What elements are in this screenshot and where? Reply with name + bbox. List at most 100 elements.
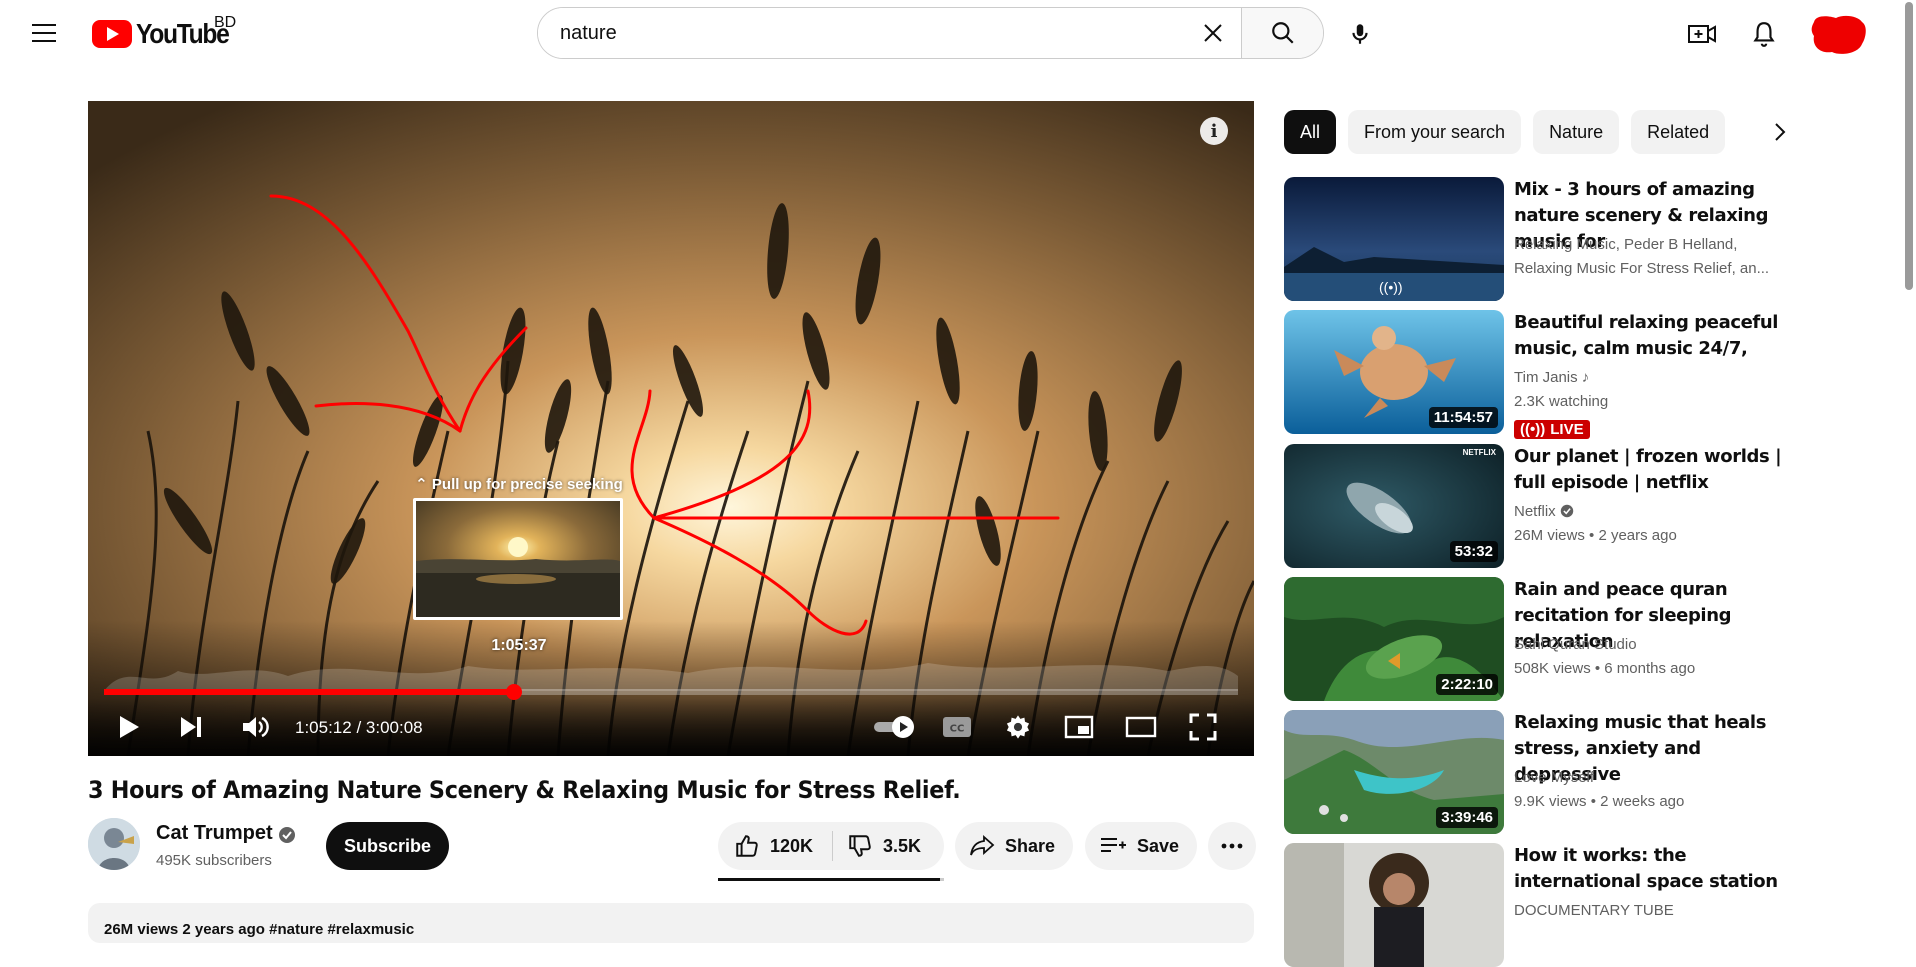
chip-nature[interactable]: Nature [1533, 110, 1620, 154]
chip-all[interactable]: All [1284, 110, 1337, 154]
rec-title: Beautiful relaxing peaceful music, calm … [1514, 312, 1779, 359]
clear-icon[interactable] [1185, 8, 1241, 58]
music-note-icon: ♪ [1581, 369, 1590, 386]
rec-meta: Relaxing Music For Stress Relief, an... [1514, 260, 1770, 277]
masthead: YouTube BD [0, 0, 1916, 68]
save-icon [1101, 838, 1126, 852]
fullscreen-icon[interactable] [1186, 710, 1220, 744]
search-bar [537, 7, 1324, 59]
create-icon[interactable] [1682, 14, 1722, 54]
player-controls: 1:05:12 / 3:00:08 CC [88, 698, 1254, 756]
like-ratio-bar [718, 878, 944, 881]
svg-text:CC: CC [950, 724, 965, 735]
next-icon[interactable] [174, 710, 208, 744]
rec-meta: 2.3K watching [1514, 393, 1609, 410]
account-avatar[interactable] [1810, 12, 1868, 56]
save-button[interactable]: Save [1085, 822, 1197, 870]
rec-meta: 26M views • 2 years ago [1514, 527, 1677, 544]
filter-chips: All From your search Nature Related [1284, 110, 1726, 154]
channel-name[interactable]: Cat Trumpet [156, 822, 273, 845]
menu-icon[interactable] [24, 18, 64, 48]
rec-channel: DOCUMENTARY TUBE [1514, 902, 1674, 919]
progress-bar[interactable] [104, 684, 1238, 700]
more-icon[interactable] [1208, 822, 1256, 870]
rec-thumbnail: NETFLIX 53:32 [1284, 444, 1504, 568]
info-button[interactable]: i [1200, 117, 1228, 145]
seek-hint: ⌃ Pull up for precise seeking [415, 476, 623, 493]
play-icon[interactable] [112, 710, 146, 744]
search-button[interactable] [1241, 8, 1323, 58]
dislike-count: 3.5K [883, 835, 922, 856]
rec-meta: 508K views • 6 months ago [1514, 660, 1696, 677]
live-badge: ((•)) LIVE [1514, 420, 1590, 439]
rec-meta: 9.9K views • 2 weeks ago [1514, 793, 1685, 810]
theater-icon[interactable] [1124, 710, 1158, 744]
rec-channel: Sahl Quran Studio [1514, 636, 1637, 653]
rec-thumbnail: 11:54:57 [1284, 310, 1504, 434]
dislike-button[interactable]: 3.5K [833, 822, 921, 870]
captions-icon[interactable]: CC [940, 710, 974, 744]
mix-icon: ((•)) [1379, 279, 1403, 295]
verified-icon [278, 826, 296, 849]
rec-thumbnail: ((•)) [1284, 177, 1504, 301]
netflix-tag: NETFLIX [1462, 448, 1496, 457]
rec-duration: 53:32 [1449, 541, 1498, 562]
country-code: BD [214, 14, 237, 31]
rec-channel: Relaxing Music, Peder B Helland, [1514, 236, 1738, 253]
miniplayer-icon[interactable] [1062, 710, 1096, 744]
like-dislike-bar: 120K 3.5K [718, 822, 944, 870]
rec-thumbnail: 2:22:10 [1284, 577, 1504, 701]
chip-from-your-search[interactable]: From your search [1348, 110, 1522, 154]
like-count: 120K [770, 835, 814, 856]
rec-duration: 3:39:46 [1436, 807, 1498, 828]
seek-preview-thumbnail [413, 498, 623, 620]
search-icon [1271, 22, 1294, 44]
rec-duration: 2:22:10 [1436, 674, 1498, 695]
rec-item[interactable]: ((•)) Mix - 3 hours of amazing nature sc… [1284, 177, 1784, 301]
volume-icon[interactable] [238, 710, 272, 744]
scrubber-handle[interactable] [505, 684, 522, 700]
rec-title: How it works: the international space st… [1514, 845, 1778, 892]
rec-item[interactable]: NETFLIX 53:32 Our planet | frozen worlds… [1284, 444, 1784, 568]
rec-channel: Netflix [1514, 500, 1784, 524]
like-icon [736, 835, 758, 857]
autoplay-toggle-icon[interactable] [871, 710, 919, 744]
settings-icon[interactable] [1001, 710, 1035, 744]
rec-duration: 11:54:57 [1428, 407, 1498, 428]
dislike-icon [849, 835, 871, 857]
rec-item[interactable]: 11:54:57 Beautiful relaxing peaceful mus… [1284, 310, 1784, 439]
time-display: 1:05:12 / 3:00:08 [295, 718, 423, 737]
rec-title: Our planet | frozen worlds | full episod… [1514, 446, 1782, 493]
description-box[interactable]: 26M views 2 years ago #nature #relaxmusi… [88, 903, 1254, 943]
channel-avatar[interactable] [88, 818, 140, 870]
share-icon [970, 834, 995, 856]
live-icon: ((•)) [1520, 421, 1546, 438]
page-scrollbar[interactable] [1902, 0, 1916, 928]
video-player[interactable]: i ⌃ Pull up for precise seeking 1:05:37 … [88, 101, 1254, 756]
video-frame [88, 101, 1254, 756]
chevron-right-icon[interactable] [1762, 114, 1798, 150]
rec-channel: Love Myself [1514, 769, 1595, 786]
chevron-up-icon: ⌃ [415, 476, 432, 493]
youtube-logo-icon [92, 20, 132, 48]
rec-item[interactable]: 2:22:10 Rain and peace quran recitation … [1284, 577, 1784, 701]
rec-item[interactable]: How it works: the international space st… [1284, 843, 1784, 967]
video-title: 3 Hours of Amazing Nature Scenery & Rela… [88, 776, 961, 804]
chip-related[interactable]: Related [1631, 110, 1726, 154]
subscriber-count: 495K subscribers [156, 852, 272, 869]
rec-thumbnail: 3:39:46 [1284, 710, 1504, 834]
rec-channel: Tim Janis ♪ [1514, 369, 1590, 386]
seek-preview-time: 1:05:37 [491, 637, 547, 654]
progress-played [104, 689, 514, 695]
share-button[interactable]: Share [955, 822, 1073, 870]
like-button[interactable]: 120K [718, 822, 832, 870]
bell-icon[interactable] [1744, 14, 1784, 54]
subscribe-button[interactable]: Subscribe [326, 822, 449, 870]
search-input[interactable] [538, 8, 1185, 58]
rec-item[interactable]: 3:39:46 Relaxing music that heals stress… [1284, 710, 1784, 834]
rec-thumbnail [1284, 843, 1504, 967]
scrollbar-thumb[interactable] [1905, 2, 1913, 290]
verified-icon [1560, 504, 1574, 518]
description-peek: 26M views 2 years ago #nature #relaxmusi… [104, 921, 415, 938]
mic-icon[interactable] [1338, 12, 1382, 56]
